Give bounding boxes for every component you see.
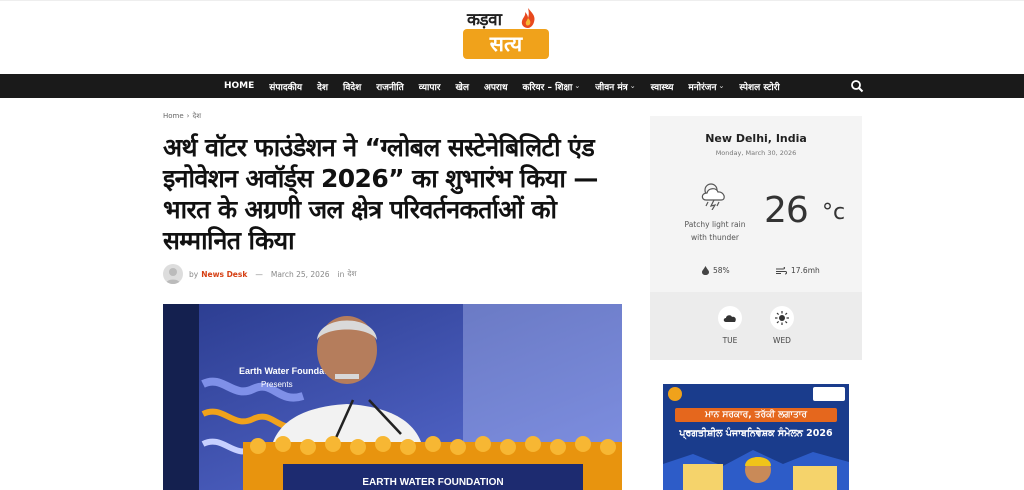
banner-presents: Presents [261, 380, 293, 389]
flame-icon [521, 8, 535, 28]
condition-line-1: Patchy light rain [684, 220, 746, 229]
nav-item[interactable]: स्पेशल स्टोरी [739, 80, 779, 93]
wind-icon [776, 266, 787, 274]
nav-item[interactable]: विदेश [343, 80, 361, 93]
nav-item-label: खेल [455, 82, 469, 93]
ad-title: ਪ੍ਰਗਤੀਸ਼ੀਲ ਪੰਜਾਬਨਿਵੇਸ਼ਕ ਸੰਮੇਲਨ 2026 [679, 428, 833, 439]
search-icon[interactable] [850, 79, 864, 93]
nav-item[interactable]: संपादकीय [269, 80, 302, 93]
forecast-day-wed: WED [764, 306, 800, 345]
logo-box: सत्य [463, 29, 549, 59]
wind-value: 17.6mh [791, 266, 820, 275]
in-label: in [337, 269, 345, 279]
nav-item[interactable]: मनोरंजन ⌄ [688, 80, 724, 93]
nav-item[interactable]: खेल [455, 80, 468, 93]
nav-item-label: जीवन मंत्र [595, 82, 628, 93]
logo-top-text: कड़वा [467, 10, 502, 30]
article-hero-image[interactable]: Earth Water Foundation Presents EARTH WA… [163, 304, 622, 490]
chevron-down-icon: ⌄ [629, 82, 636, 90]
main-nav: HOME संपादकीय देश विदेश राजनीति व्यापार खेल अपर… [0, 74, 1024, 98]
nav-item-label: राजनीति [376, 82, 404, 93]
humidity-drop-icon [702, 266, 709, 275]
forecast-day-tue: TUE [712, 306, 748, 345]
weather-wind: 17.6mh [776, 266, 820, 275]
nav-item-label: मनोरंजन [688, 82, 717, 93]
nav-item-label: देश [317, 82, 328, 93]
humidity-value: 58% [713, 266, 730, 275]
weather-humidity: 58% [702, 266, 730, 275]
nav-item-label: HOME [224, 81, 255, 91]
weather-unit: °c [822, 200, 846, 225]
category-link[interactable]: देश [347, 269, 356, 279]
nav-item-label: व्यापार [418, 82, 441, 93]
nav-item[interactable]: स्वास्थ्य [651, 80, 674, 93]
nav-item[interactable]: HOME [224, 81, 254, 91]
weather-widget: New Delhi, India Monday, March 30, 2026 … [650, 116, 862, 360]
nav-item[interactable]: राजनीति [376, 80, 403, 93]
forecast-day-label: WED [773, 336, 791, 345]
weather-city: New Delhi, India [705, 132, 807, 145]
breadcrumb: Home › देश [163, 112, 204, 121]
by-label: by [189, 269, 199, 279]
nav-item-label: स्वास्थ्य [650, 82, 674, 93]
podium-text: EARTH WATER FOUNDATION [362, 477, 503, 488]
site-logo[interactable]: कड़वा सत्य [463, 7, 551, 59]
cloud-icon [718, 306, 742, 330]
site-header: कड़वा सत्य [0, 0, 1024, 74]
nav-list: HOME संपादकीय देश विदेश राजनीति व्यापार खेल अपर… [224, 74, 795, 98]
chevron-down-icon: ⌄ [718, 82, 725, 90]
nav-item-label: विदेश [342, 82, 362, 93]
sun-icon [770, 306, 794, 330]
breadcrumb-separator: › [186, 112, 190, 120]
nav-item-label: संपादकीय [269, 82, 303, 93]
article-title: अर्थ वॉटर फाउंडेशन ने “ग्लोबल सस्टेनेबिल… [163, 133, 598, 255]
weather-temperature: 26 [764, 190, 809, 231]
author-avatar[interactable] [163, 264, 183, 284]
user-icon [166, 268, 180, 284]
weather-condition: Patchy light rain with thunder [672, 218, 758, 244]
breadcrumb-section[interactable]: देश [192, 112, 200, 120]
author-link[interactable]: News Desk [201, 270, 247, 279]
nav-item[interactable]: करियर – शिक्षा ⌄ [522, 80, 580, 93]
nav-item[interactable]: देश [317, 80, 328, 93]
chevron-down-icon: ⌄ [574, 82, 581, 90]
condition-line-2: with thunder [691, 233, 739, 242]
forecast-day-label: TUE [722, 336, 738, 345]
nav-item-label: स्पेशल स्टोरी [739, 82, 780, 93]
publish-date: March 25, 2026 [270, 269, 330, 279]
article-meta: by News Desk — March 25, 2026 in देश [163, 264, 356, 284]
ad-banner[interactable]: ਮਾਨ ਸਰਕਾਰ, ਤਰੱਕੀ ਲਗਾਤਾਰ ਪ੍ਰਗਤੀਸ਼ੀਲ ਪੰਜਾਬ… [663, 384, 849, 490]
weather-date: Monday, March 30, 2026 [715, 149, 797, 157]
nav-item[interactable]: जीवन मंत्र ⌄ [595, 80, 635, 93]
ad-tagline: ਮਾਨ ਸਰਕਾਰ, ਤਰੱਕੀ ਲਗਾਤਾਰ [675, 408, 837, 422]
weather-forecast: TUE WED [650, 292, 862, 360]
thunder-rain-icon [701, 183, 725, 210]
event-photo: Earth Water Foundation Presents EARTH WA… [163, 304, 622, 490]
logo-box-text: सत्य [489, 32, 523, 56]
nav-item-label: करियर – शिक्षा [522, 82, 573, 93]
nav-item-label: अपराध [483, 82, 508, 93]
meta-separator: — [255, 269, 263, 279]
nav-item[interactable]: अपराध [484, 80, 508, 93]
nav-item[interactable]: व्यापार [419, 80, 441, 93]
breadcrumb-home[interactable]: Home [163, 112, 184, 120]
